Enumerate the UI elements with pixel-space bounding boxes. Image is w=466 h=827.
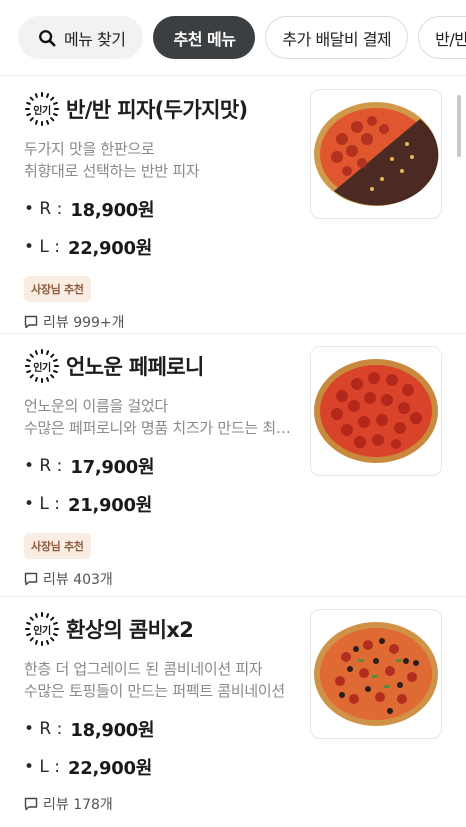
menu-item[interactable]: 인기 반/반 피자(두가지맛) 두가지 맛을 한판으로 취향대로 선택하는 반반… xyxy=(0,77,466,334)
comment-icon xyxy=(24,797,38,811)
chip-half-half-pizza[interactable]: 반/반 피자 xyxy=(418,16,466,59)
chip-recommended-menu[interactable]: 추천 메뉴 xyxy=(153,16,256,59)
comment-icon xyxy=(24,572,38,586)
menu-list: 인기 반/반 피자(두가지맛) 두가지 맛을 한판으로 취향대로 선택하는 반반… xyxy=(0,77,466,827)
menu-item-description: 언노운의 이름을 걸었다 수많은 페퍼로니와 명품 치즈가 만드는 최… xyxy=(24,397,291,437)
popular-badge: 인기 xyxy=(24,348,60,384)
menu-search-button[interactable]: 메뉴 찾기 xyxy=(18,16,144,59)
price-large: • L : 22,900원 xyxy=(24,757,152,779)
menu-item-image[interactable] xyxy=(310,346,442,476)
popular-badge-label: 인기 xyxy=(33,362,51,374)
menu-item[interactable]: 인기 언노운 페페로니 언노운의 이름을 걸었다 수많은 페퍼로니와 명품 치즈… xyxy=(0,334,466,597)
search-icon xyxy=(39,29,56,46)
review-count[interactable]: 리뷰 403개 xyxy=(24,569,466,589)
chip-extra-delivery-fee[interactable]: 추가 배달비 결제 xyxy=(265,16,409,59)
menu-item-title: 언노운 페페로니 xyxy=(66,355,204,379)
price-large: • L : 21,900원 xyxy=(24,494,152,516)
menu-item-image[interactable] xyxy=(310,89,442,219)
owner-recommend-badge: 사장님 추천 xyxy=(24,276,91,302)
menu-item-description: 한층 더 업그레이드 된 콤비네이션 피자 수많은 토핑들이 만드는 퍼펙트 콤… xyxy=(24,660,285,700)
popular-badge: 인기 xyxy=(24,91,60,127)
category-chip-bar: 메뉴 찾기 추천 메뉴 추가 배달비 결제 반/반 피자 xyxy=(0,0,466,76)
review-count[interactable]: 리뷰 999+개 xyxy=(24,312,466,332)
menu-item[interactable]: 인기 환상의 콤비x2 한층 더 업그레이드 된 콤비네이션 피자 수많은 토핑… xyxy=(0,597,466,827)
popular-badge: 인기 xyxy=(24,611,60,647)
popular-badge-label: 인기 xyxy=(33,625,51,637)
owner-recommend-badge: 사장님 추천 xyxy=(24,533,91,559)
menu-item-image[interactable] xyxy=(310,609,442,739)
scrollbar[interactable] xyxy=(457,95,461,157)
comment-icon xyxy=(24,315,38,329)
menu-search-label: 메뉴 찾기 xyxy=(64,29,126,49)
menu-item-description: 두가지 맛을 한판으로 취향대로 선택하는 반반 피자 xyxy=(24,140,200,180)
menu-item-title: 반/반 피자(두가지맛) xyxy=(66,98,248,122)
price-large: • L : 22,900원 xyxy=(24,237,152,259)
review-count[interactable]: 리뷰 178개 xyxy=(24,794,466,814)
popular-badge-label: 인기 xyxy=(33,105,51,117)
menu-item-title: 환상의 콤비x2 xyxy=(66,618,194,642)
